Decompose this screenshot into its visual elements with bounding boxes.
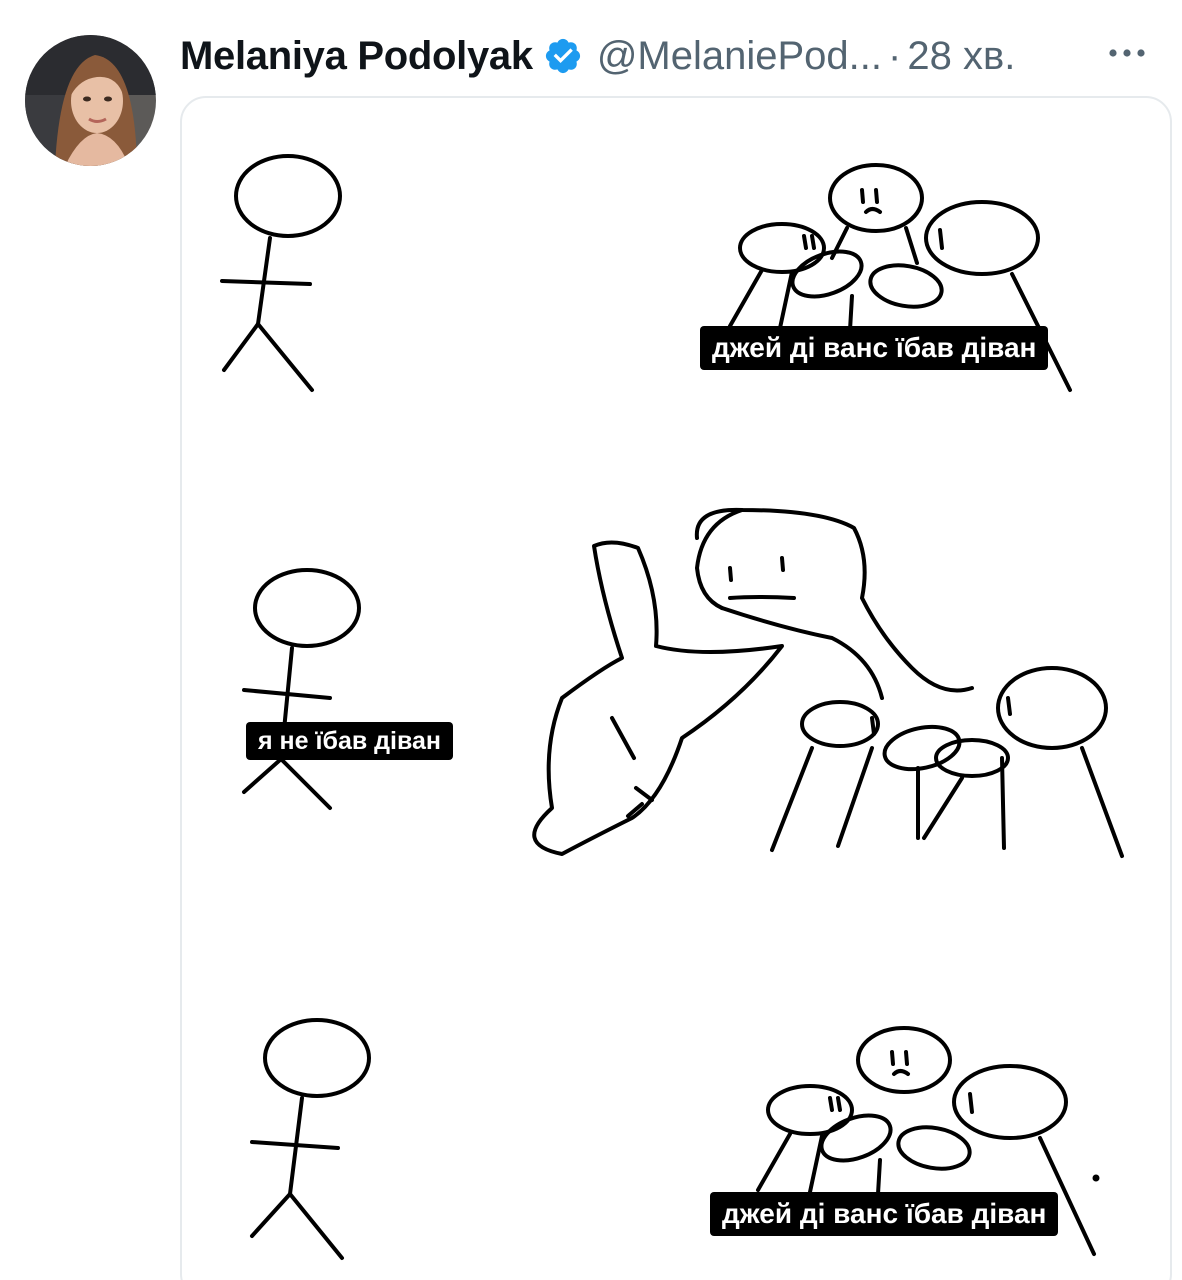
author-name[interactable]: Melaniya Podolyak [180,34,533,79]
avatar-photo [25,35,156,166]
tweet-header: Melaniya Podolyak @MelaniePod... · 28 хв… [180,28,1170,84]
thumbs-up-crowd-panel-2 [532,507,1124,858]
separator-dot: · [888,33,902,78]
verified-badge-icon[interactable] [543,36,583,76]
meme-drawing [220,154,1124,1260]
meme-caption-panel-3: джей ді ванс їбав діван [710,1192,1059,1236]
meme-caption-panel-2: я не їбав діван [246,722,454,760]
timestamp[interactable]: 28 хв. [907,34,1015,79]
author-handle[interactable]: @MelaniePod... [597,34,882,79]
tweet: Melaniya Podolyak @MelaniePod... · 28 хв… [0,0,1182,1280]
stick-figure-panel-3 [250,1018,371,1260]
avatar[interactable] [25,35,156,166]
meme-caption-panel-1: джей ді ванс їбав діван [700,326,1049,370]
more-options-icon[interactable] [1102,28,1152,78]
stick-figure-panel-2 [242,568,361,810]
stick-figure-panel-1 [220,154,342,392]
tweet-media-meme[interactable]: джей ді ванс їбав діван я не їбав діван … [180,96,1172,1280]
